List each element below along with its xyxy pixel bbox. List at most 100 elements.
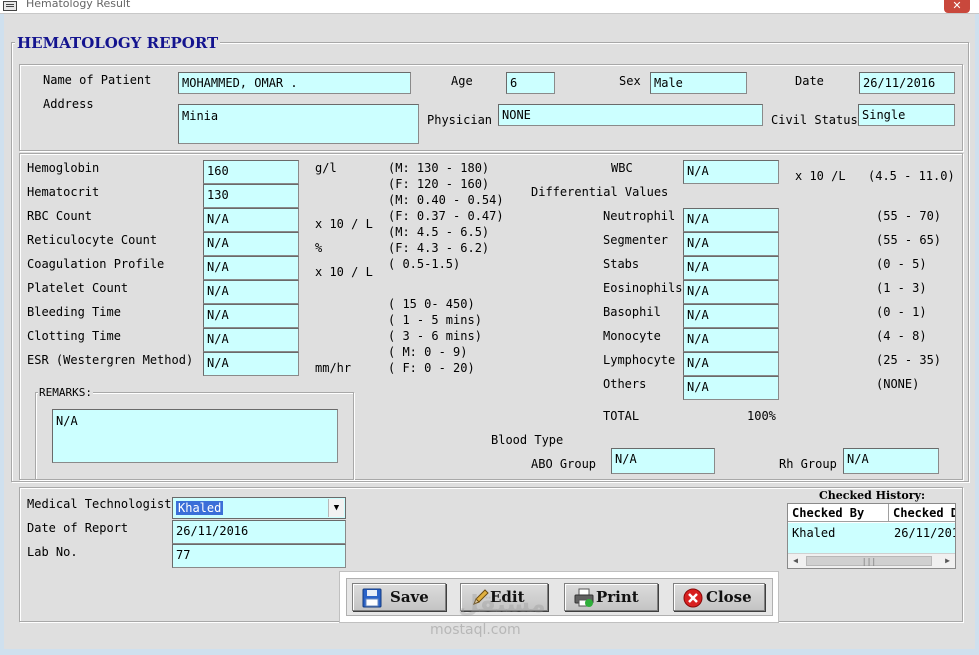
- coagulation-profile-label: Coagulation Profile: [27, 257, 165, 271]
- chevron-down-icon[interactable]: ▼: [328, 499, 344, 517]
- window-close-button[interactable]: ✕: [944, 0, 970, 13]
- eosinophils-field[interactable]: N/A: [683, 280, 779, 304]
- hemoglobin-label: Hemoglobin: [27, 161, 100, 175]
- save-button[interactable]: Save: [352, 583, 446, 611]
- abo-group-label: ABO Group: [531, 457, 597, 471]
- stabs-range: (0 - 5): [876, 257, 927, 271]
- bleeding-time-field[interactable]: N/A: [203, 304, 299, 328]
- wbc-range: (4.5 - 11.0): [868, 169, 955, 183]
- segmenter-range: (55 - 65): [876, 233, 942, 247]
- address-label: Address: [43, 97, 94, 111]
- address-field[interactable]: Minia: [178, 104, 419, 144]
- medical-technologist-label: Medical Technologist: [27, 497, 172, 511]
- table-cell: Khaled: [792, 526, 836, 540]
- print-button[interactable]: Print: [564, 583, 658, 611]
- esr-label: ESR (Westergren Method): [27, 353, 194, 367]
- neutrophil-field[interactable]: N/A: [683, 208, 779, 232]
- checked-history-title: Checked History:: [819, 489, 926, 502]
- physician-field[interactable]: NONE: [498, 104, 763, 126]
- wbc-field[interactable]: N/A: [683, 160, 779, 184]
- range-text: ( F: 0 - 20): [388, 361, 475, 375]
- neutrophil-range: (55 - 70): [876, 209, 942, 223]
- stabs-field[interactable]: N/A: [683, 256, 779, 280]
- table-row[interactable]: Khaled 26/11/201: [788, 523, 955, 553]
- close-label: Close: [706, 588, 752, 606]
- save-label: Save: [390, 588, 429, 606]
- monocyte-range: (4 - 8): [876, 329, 927, 343]
- wbc-unit: x 10 /L: [795, 169, 846, 183]
- civil-status-label: Civil Status: [771, 113, 858, 127]
- lymphocyte-label: Lymphocyte: [603, 353, 676, 367]
- age-field[interactable]: 6: [506, 72, 555, 94]
- app-icon: [3, 1, 17, 11]
- horizontal-scrollbar[interactable]: ◀ ||| ▶: [788, 553, 955, 568]
- hematocrit-field[interactable]: 130: [203, 184, 299, 208]
- patient-name-label: Name of Patient: [43, 73, 152, 87]
- lymphocyte-field[interactable]: N/A: [683, 352, 779, 376]
- date-of-report-field[interactable]: 26/11/2016: [172, 520, 346, 544]
- page-title: HEMATOLOGY REPORT: [15, 34, 221, 52]
- range-text: ( M: 0 - 9): [388, 345, 468, 359]
- rbc-unit: x 10 / L: [315, 217, 373, 231]
- blood-type-label: Blood Type: [491, 433, 564, 447]
- basophil-range: (0 - 1): [876, 305, 927, 319]
- age-label: Age: [451, 74, 473, 88]
- range-text: (F: 120 - 160): [388, 177, 490, 191]
- civil-status-field[interactable]: Single: [858, 104, 955, 126]
- monocyte-label: Monocyte: [603, 329, 661, 343]
- segmenter-field[interactable]: N/A: [683, 232, 779, 256]
- platelet-count-label: Platelet Count: [27, 281, 129, 295]
- hemoglobin-unit: g/l: [315, 161, 337, 175]
- title-bar: Hematology Result ✕: [0, 0, 979, 14]
- range-text: (F: 4.3 - 6.2): [388, 241, 490, 255]
- scrollbar-thumb[interactable]: |||: [806, 556, 932, 566]
- platelet-count-field[interactable]: N/A: [203, 280, 299, 304]
- stabs-label: Stabs: [603, 257, 640, 271]
- hemoglobin-field[interactable]: 160: [203, 160, 299, 184]
- patient-name-field[interactable]: MOHAMMED, OMAR .: [178, 72, 411, 94]
- date-of-report-label: Date of Report: [27, 521, 129, 535]
- reticulocyte-count-field[interactable]: N/A: [203, 232, 299, 256]
- medical-technologist-select[interactable]: Khaled ▼: [172, 497, 346, 519]
- rbc-count-label: RBC Count: [27, 209, 93, 223]
- others-range: (NONE): [876, 377, 920, 391]
- scroll-right-icon[interactable]: ▶: [940, 554, 955, 568]
- coagulation-profile-field[interactable]: N/A: [203, 256, 299, 280]
- others-field[interactable]: N/A: [683, 376, 779, 400]
- checked-history-grid[interactable]: Checked By Checked D Khaled 26/11/201 ◀ …: [787, 503, 956, 569]
- total-value: 100%: [747, 409, 776, 423]
- bleeding-time-label: Bleeding Time: [27, 305, 121, 319]
- esr-field[interactable]: N/A: [203, 352, 299, 376]
- lab-no-field[interactable]: 77: [172, 544, 346, 568]
- neutrophil-label: Neutrophil: [603, 209, 676, 223]
- lymphocyte-range: (25 - 35): [876, 353, 942, 367]
- reticulocyte-unit: %: [315, 241, 323, 255]
- range-text: (M: 130 - 180): [388, 161, 490, 175]
- remarks-field[interactable]: N/A: [52, 409, 338, 463]
- column-header[interactable]: Checked D: [889, 504, 955, 522]
- monocyte-field[interactable]: N/A: [683, 328, 779, 352]
- differential-title: Differential Values: [531, 185, 669, 199]
- range-text: ( 0.5-1.5): [388, 257, 461, 271]
- abo-group-field[interactable]: N/A: [611, 448, 715, 474]
- date-field[interactable]: 26/11/2016: [859, 72, 955, 94]
- close-button[interactable]: Close: [673, 583, 765, 611]
- range-text: ( 15 0- 450): [388, 297, 475, 311]
- clotting-time-field[interactable]: N/A: [203, 328, 299, 352]
- basophil-field[interactable]: N/A: [683, 304, 779, 328]
- range-text: ( 1 - 5 mins): [388, 313, 482, 327]
- range-text: (F: 0.37 - 0.47): [388, 209, 504, 223]
- column-header[interactable]: Checked By: [788, 504, 889, 522]
- eosinophils-range: (1 - 3): [876, 281, 927, 295]
- table-cell: 26/11/201: [894, 526, 955, 540]
- watermark-arabic: مستقل: [458, 590, 546, 618]
- range-text: (M: 0.40 - 0.54): [388, 193, 504, 207]
- medical-technologist-value: Khaled: [176, 501, 224, 515]
- reticulocyte-count-label: Reticulocyte Count: [27, 233, 158, 247]
- rh-group-field[interactable]: N/A: [843, 448, 939, 474]
- scroll-left-icon[interactable]: ◀: [788, 554, 803, 568]
- sex-field[interactable]: Male: [650, 72, 747, 94]
- rbc-count-field[interactable]: N/A: [203, 208, 299, 232]
- rh-group-label: Rh Group: [779, 457, 837, 471]
- range-text: (M: 4.5 - 6.5): [388, 225, 490, 239]
